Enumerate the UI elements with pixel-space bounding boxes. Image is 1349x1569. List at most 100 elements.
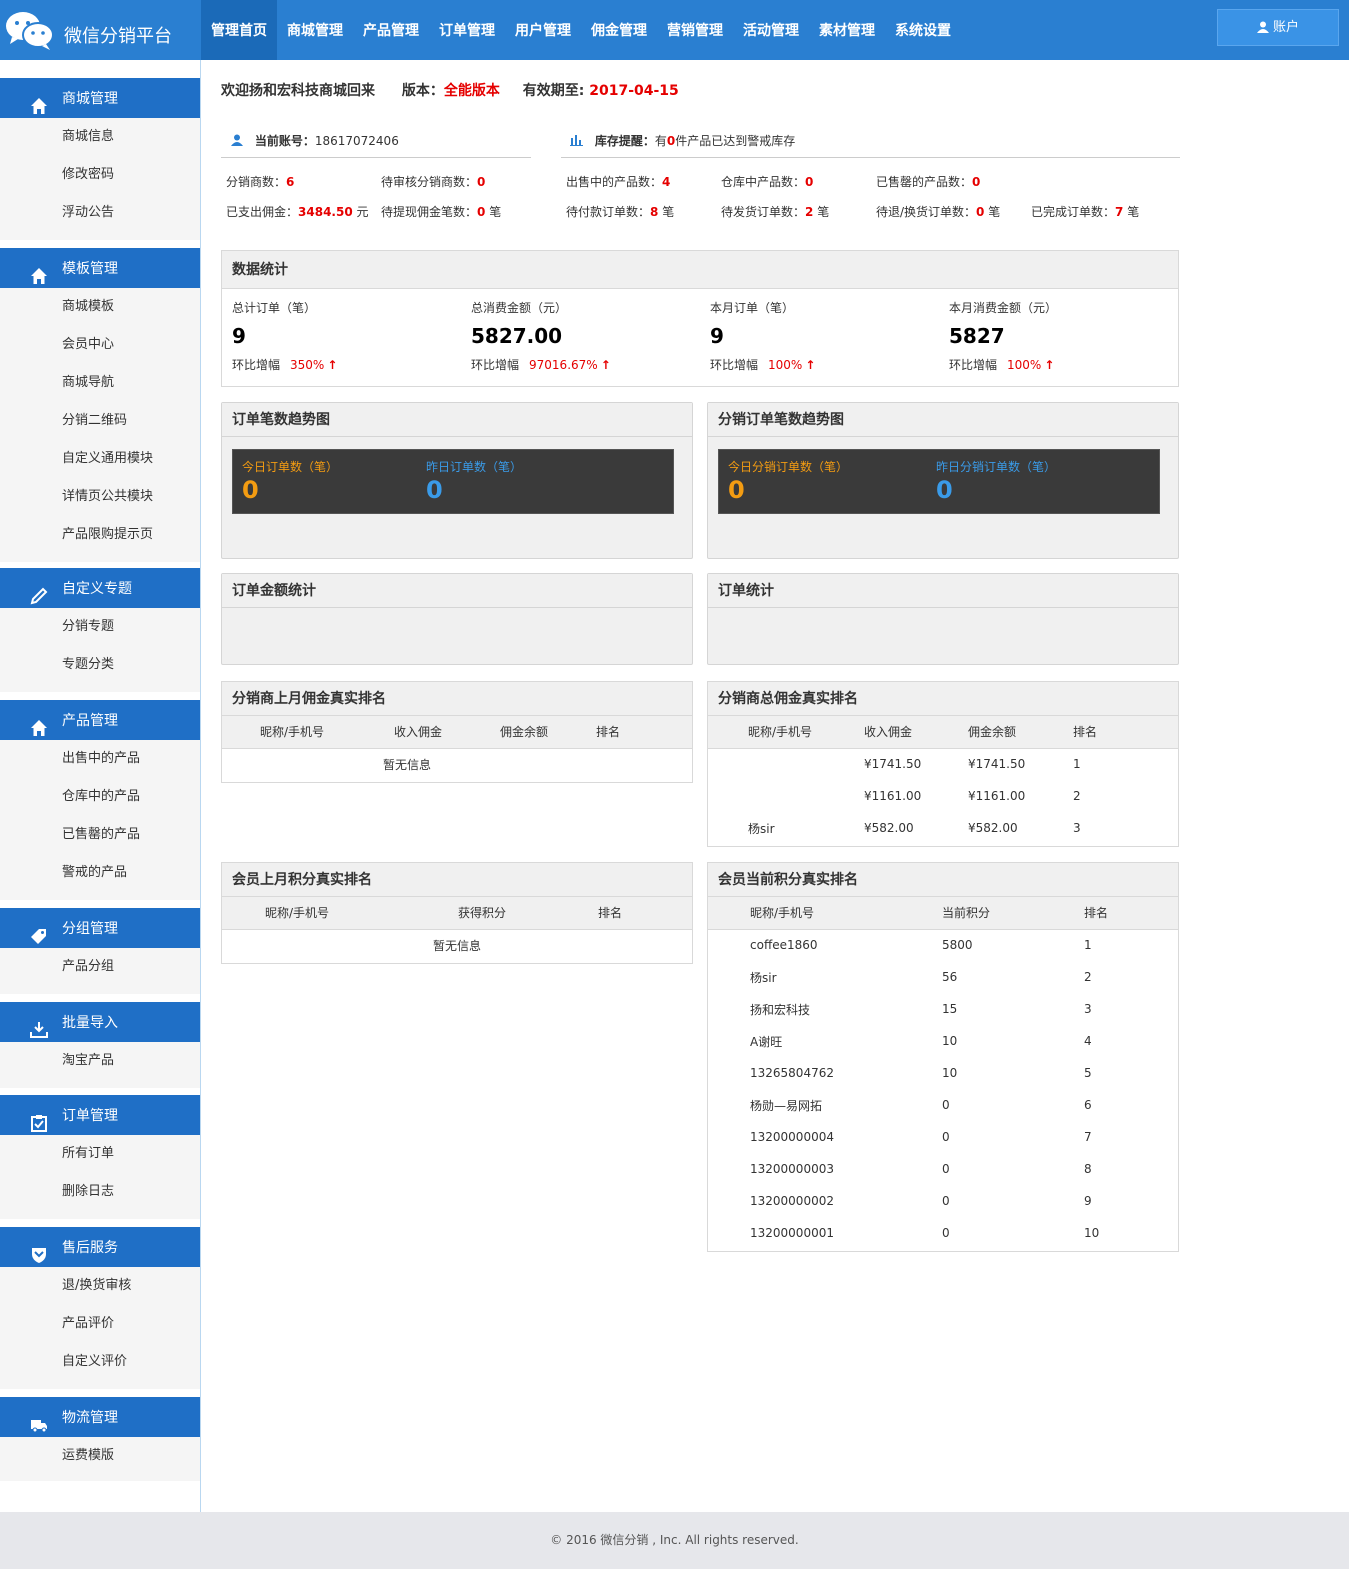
account-button[interactable]: 账户: [1217, 9, 1339, 46]
table-cell: 3: [1073, 821, 1081, 835]
sidebar-group-header[interactable]: 商城管理: [0, 78, 200, 118]
sidebar-group-header[interactable]: 模板管理: [0, 248, 200, 288]
truck-icon: [30, 1409, 48, 1433]
sidebar-item[interactable]: 浮动公告: [0, 194, 200, 232]
sidebar-item[interactable]: 删除日志: [0, 1173, 200, 1211]
version-label: 版本：: [401, 83, 444, 99]
kpi-value: 5827.00: [471, 324, 563, 348]
sidebar-group-header[interactable]: 分组管理: [0, 908, 200, 948]
account-info: 当前账号：18617072406: [221, 132, 531, 158]
stat-unit: 笔: [813, 205, 830, 219]
empty-message: 暂无信息: [382, 757, 431, 772]
growth-label: 环比增幅: [471, 358, 520, 372]
kpi-label: 总消费金额（元）: [471, 301, 568, 315]
stat-item: 已售罄的产品数：0: [876, 173, 980, 190]
sidebar-item[interactable]: 分销专题: [0, 608, 200, 646]
sidebar-item[interactable]: 商城模板: [0, 288, 200, 326]
sidebar-item[interactable]: 已售罄的产品: [0, 816, 200, 854]
sidebar-item[interactable]: 详情页公共模块: [0, 478, 200, 516]
table-cell: 13265804762: [750, 1066, 834, 1080]
stat-label: 待退/换货订单数：: [876, 205, 977, 219]
nav-item[interactable]: 营销管理: [657, 0, 733, 60]
sidebar-item[interactable]: 修改密码: [0, 156, 200, 194]
nav-item[interactable]: 订单管理: [429, 0, 505, 60]
nav-item[interactable]: 活动管理: [733, 0, 809, 60]
sidebar-item[interactable]: 警戒的产品: [0, 854, 200, 892]
sidebar-group-header[interactable]: 售后服务: [0, 1227, 200, 1267]
expire-value: 2017-04-15: [589, 83, 679, 99]
table-cell: ¥1161.00: [968, 789, 1026, 803]
growth-value: 100%: [1007, 358, 1042, 372]
sidebar-item[interactable]: 仓库中的产品: [0, 778, 200, 816]
sidebar-item[interactable]: 自定义评价: [0, 1343, 200, 1381]
dist-total-panel: 分销商总佣金真实排名 昵称/手机号 收入佣金 佣金余额 排名 ¥1741.50 ¥1741…: [707, 681, 1179, 847]
col-header: 当前积分: [942, 897, 1084, 930]
stat-item: 待发货订单数：2 笔: [721, 203, 829, 220]
table-cell: 扬和宏科技: [750, 1002, 811, 1017]
growth-label: 环比增幅: [949, 358, 998, 372]
sidebar-item[interactable]: 商城信息: [0, 118, 200, 156]
nav-item[interactable]: 系统设置: [885, 0, 961, 60]
empty-message: 暂无信息: [432, 938, 481, 953]
sidebar-item[interactable]: 产品限购提示页: [0, 516, 200, 554]
sidebar-item[interactable]: 分销二维码: [0, 402, 200, 440]
kpi-value: 9: [710, 324, 724, 348]
table-cell: 2: [1084, 970, 1092, 984]
clipboard-icon: [30, 1107, 48, 1132]
stat-item: 仓库中产品数：0: [721, 173, 813, 190]
today-label: 今日分销订单数（笔）: [728, 460, 849, 474]
sidebar-item[interactable]: 出售中的产品: [0, 740, 200, 778]
sidebar-group-header[interactable]: 产品管理: [0, 700, 200, 740]
sidebar-group-header[interactable]: 批量导入: [0, 1002, 200, 1042]
shield-icon: [30, 1239, 48, 1263]
stock-count: 0: [666, 134, 676, 148]
data-stats-panel: 数据统计 总计订单（笔） 9 环比增幅 350% ↑ 总消费金额（元） 5827.00 环比增…: [221, 250, 1179, 387]
sidebar-group: 订单管理 所有订单 删除日志: [0, 1095, 200, 1219]
sidebar-group-title: 物流管理: [62, 1410, 118, 1426]
sidebar-item[interactable]: 专题分类: [0, 646, 200, 684]
sidebar-item[interactable]: 所有订单: [0, 1135, 200, 1173]
sidebar-item[interactable]: 自定义通用模块: [0, 440, 200, 478]
nav-item[interactable]: 产品管理: [353, 0, 429, 60]
col-header: 佣金余额: [968, 716, 1073, 749]
sidebar-list: 分销专题 专题分类: [0, 608, 200, 692]
sidebar-group-header[interactable]: 自定义专题: [0, 568, 200, 608]
table-cell: 0: [942, 1098, 950, 1112]
kpi-value: 9: [232, 324, 246, 348]
nav-item[interactable]: 佣金管理: [581, 0, 657, 60]
sidebar-item[interactable]: 运费模版: [0, 1437, 200, 1475]
sidebar-group-header[interactable]: 物流管理: [0, 1397, 200, 1437]
member-current-title: 会员当前积分真实排名: [708, 863, 1178, 897]
sidebar-item[interactable]: 产品评价: [0, 1305, 200, 1343]
nav-item[interactable]: 用户管理: [505, 0, 581, 60]
stat-item: 已完成订单数：7 笔: [1031, 203, 1139, 220]
home-icon: [30, 260, 48, 284]
stat-label: 已售罄的产品数：: [876, 175, 973, 189]
stat-value: 6: [286, 175, 295, 189]
sidebar-list: 商城模板 会员中心 商城导航 分销二维码 自定义通用模块 详情页公共模块 产品限购提示页: [0, 288, 200, 562]
table-row: 13200000001 0 10: [708, 1217, 1178, 1249]
table-cell: 3: [1084, 1002, 1092, 1016]
sidebar-item[interactable]: 退/换货审核: [0, 1267, 200, 1305]
sidebar-group-title: 自定义专题: [62, 581, 132, 597]
stat-item: 待退/换货订单数：0 笔: [876, 203, 1000, 220]
table-cell: 13200000004: [750, 1130, 834, 1144]
dist-total-table: 昵称/手机号 收入佣金 佣金余额 排名 ¥1741.50 ¥1741.50 1 ¥1161.0…: [708, 716, 1178, 844]
nav-item[interactable]: 商城管理: [277, 0, 353, 60]
sidebar-item[interactable]: 淘宝产品: [0, 1042, 200, 1080]
table-cell: 4: [1084, 1034, 1092, 1048]
nav-item[interactable]: 素材管理: [809, 0, 885, 60]
sidebar-item[interactable]: 产品分组: [0, 948, 200, 986]
nav-item[interactable]: 管理首页: [201, 0, 277, 60]
stat-label: 待发货订单数：: [721, 205, 806, 219]
sidebar-item[interactable]: 商城导航: [0, 364, 200, 402]
table-cell: 0: [942, 1162, 950, 1176]
welcome-line: 欢迎扬和宏科技商城回来 版本：全能版本 有效期至: 2017-04-15: [221, 80, 679, 100]
order-stats-panel: 订单统计: [707, 573, 1179, 665]
sidebar-list: 退/换货审核 产品评价 自定义评价: [0, 1267, 200, 1389]
sidebar-group-header[interactable]: 订单管理: [0, 1095, 200, 1135]
stat-label: 出售中的产品数：: [566, 175, 663, 189]
sidebar-item[interactable]: 会员中心: [0, 326, 200, 364]
bar-chart-icon: [570, 135, 583, 146]
logo[interactable]: 微信分销平台: [0, 0, 201, 60]
